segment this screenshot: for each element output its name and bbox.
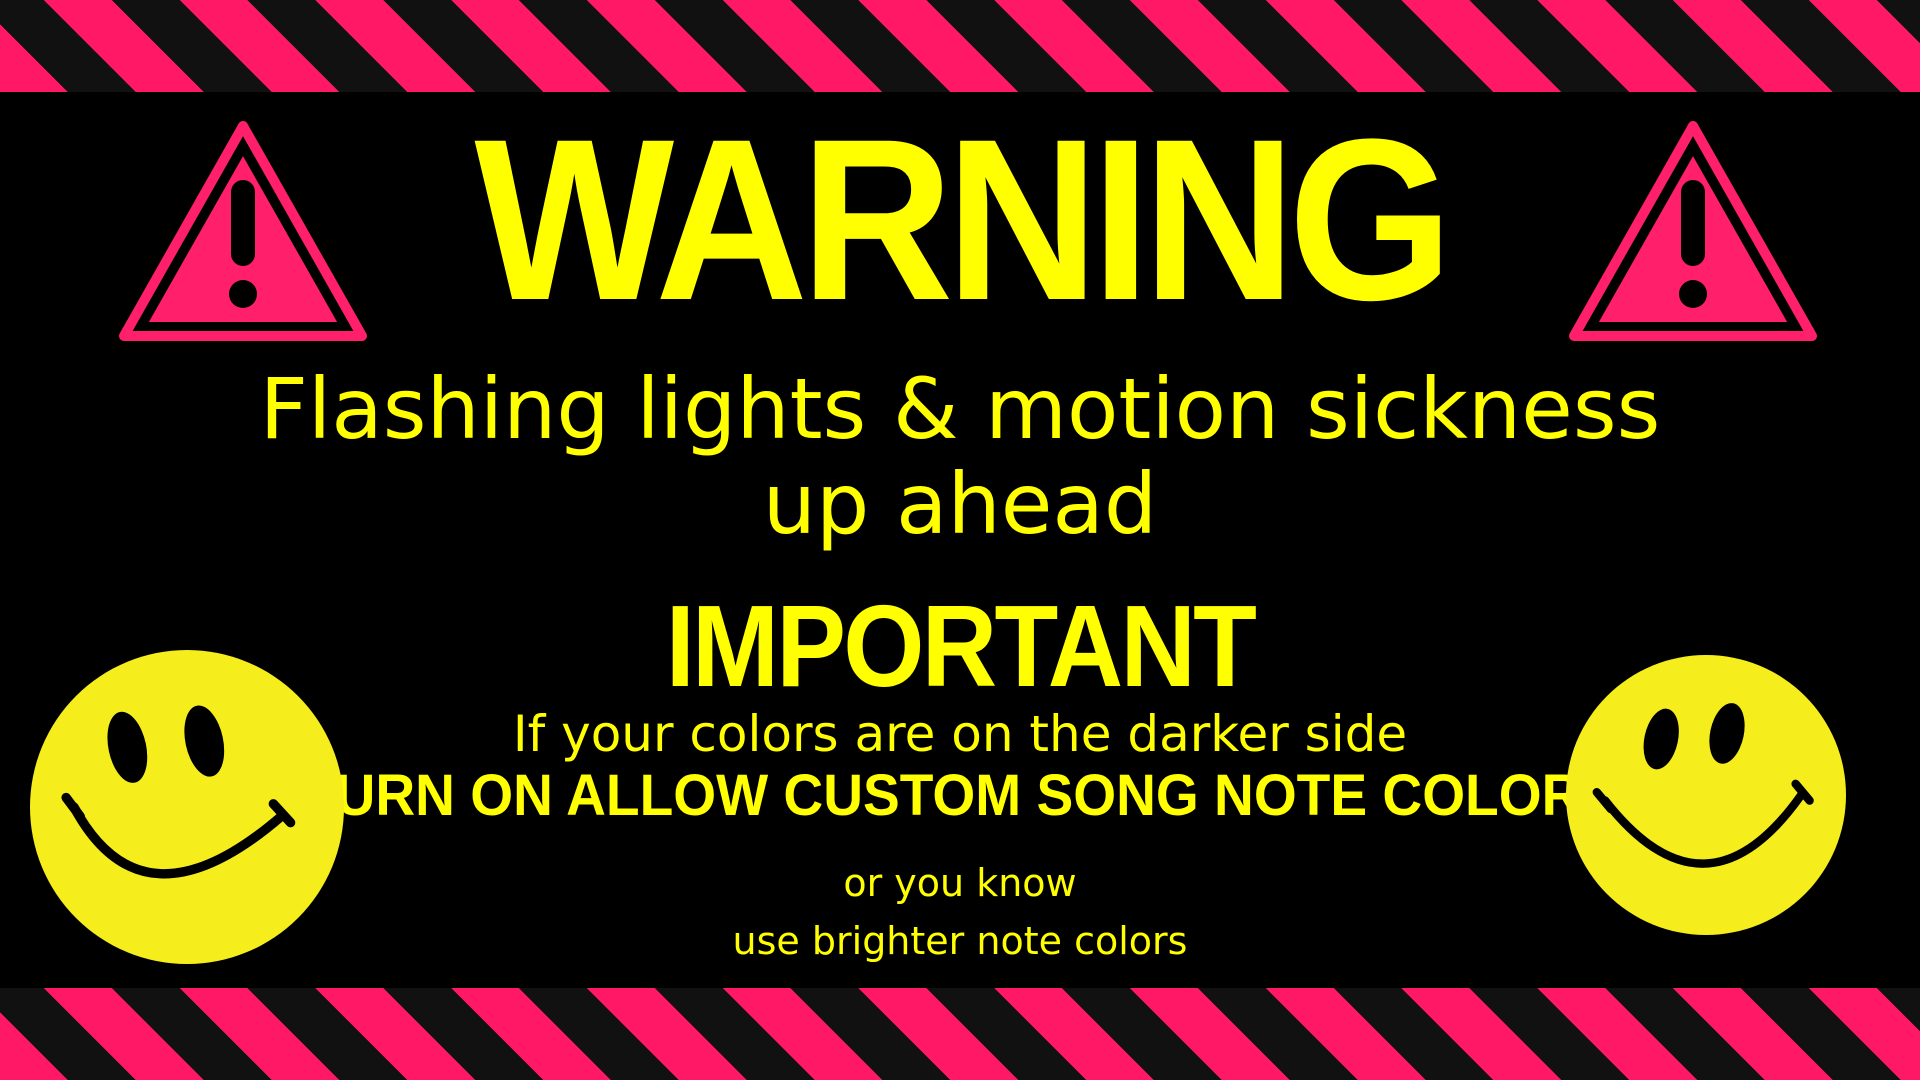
- important-title: IMPORTANT: [665, 581, 1257, 711]
- top-hazard-stripes: [0, 0, 1920, 92]
- warning-subtitle: Flashing lights & motion sickness up ahe…: [0, 362, 1920, 552]
- warning-title: WARNING: [474, 91, 1453, 348]
- bottom-hazard-stripes: [0, 988, 1920, 1080]
- smiley-face-icon: [1566, 655, 1846, 935]
- subtitle-line-2: up ahead: [762, 455, 1158, 553]
- subtitle-line-1: Flashing lights & motion sickness: [259, 360, 1661, 458]
- smiley-face-icon: [30, 650, 344, 964]
